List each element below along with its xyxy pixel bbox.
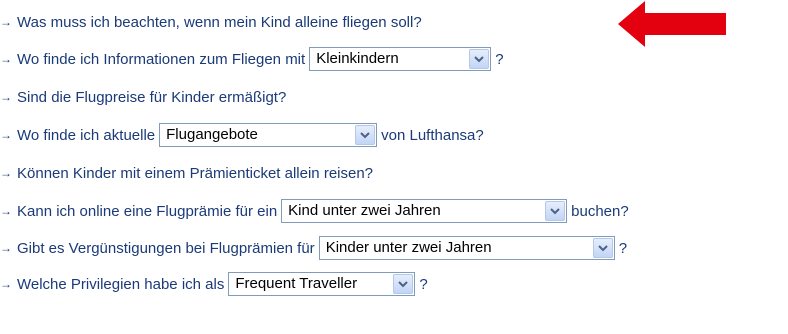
arrow-right-icon: → — [0, 241, 12, 255]
faq-link[interactable]: Wo finde ich Informationen zum Fliegen m… — [17, 51, 305, 68]
faq-item-4: → Wo finde ich aktuelle Flugangebote von… — [0, 120, 484, 150]
chevron-down-icon[interactable] — [469, 49, 490, 69]
arrow-right-icon: → — [0, 204, 12, 218]
faq-link-suffix[interactable]: ? — [495, 51, 503, 68]
select-value: Flugangebote — [166, 126, 258, 143]
topic-select[interactable]: Kind unter zwei Jahren — [281, 199, 568, 223]
topic-select[interactable]: Flugangebote — [159, 123, 378, 147]
arrow-right-icon: → — [0, 90, 12, 104]
faq-item-1[interactable]: → Was muss ich beachten, wenn mein Kind … — [0, 7, 422, 37]
arrow-right-icon: → — [0, 277, 12, 291]
faq-link[interactable]: Können Kinder mit einem Prämienticket al… — [17, 165, 373, 182]
faq-link-suffix[interactable]: ? — [419, 276, 427, 293]
arrow-right-icon: → — [0, 166, 12, 180]
faq-item-7: → Gibt es Vergünstigungen bei Flugprämie… — [0, 233, 627, 263]
arrow-right-icon: → — [0, 15, 12, 29]
select-value: Kleinkindern — [316, 50, 399, 67]
chevron-down-icon[interactable] — [355, 125, 376, 145]
faq-link[interactable]: Wo finde ich aktuelle — [17, 127, 155, 144]
faq-link-suffix[interactable]: von Lufthansa? — [381, 127, 484, 144]
chevron-down-icon[interactable] — [545, 201, 566, 221]
arrow-right-icon: → — [0, 52, 12, 66]
arrow-right-icon: → — [0, 128, 12, 142]
faq-item-2: → Wo finde ich Informationen zum Fliegen… — [0, 44, 504, 74]
faq-item-5[interactable]: → Können Kinder mit einem Prämienticket … — [0, 158, 373, 188]
faq-link[interactable]: Gibt es Vergünstigungen bei Flugprämien … — [17, 240, 315, 257]
faq-link[interactable]: Sind die Flugpreise für Kinder ermäßigt? — [17, 89, 286, 106]
faq-item-6: → Kann ich online eine Flugprämie für ei… — [0, 196, 629, 226]
faq-item-8: → Welche Privilegien habe ich als Freque… — [0, 269, 428, 299]
select-value: Frequent Traveller — [235, 275, 358, 292]
chevron-down-icon[interactable] — [393, 274, 414, 294]
faq-link[interactable]: Kann ich online eine Flugprämie für ein — [17, 203, 277, 220]
faq-link[interactable]: Welche Privilegien habe ich als — [17, 276, 224, 293]
faq-item-3[interactable]: → Sind die Flugpreise für Kinder ermäßig… — [0, 82, 286, 112]
red-annotation-arrow-icon — [618, 1, 726, 47]
topic-select[interactable]: Kleinkindern — [309, 47, 492, 71]
select-value: Kinder unter zwei Jahren — [325, 239, 492, 256]
select-value: Kind unter zwei Jahren — [288, 202, 441, 219]
faq-link-suffix[interactable]: ? — [619, 240, 627, 257]
faq-link-suffix[interactable]: buchen? — [571, 203, 629, 220]
chevron-down-icon[interactable] — [592, 238, 613, 258]
faq-link[interactable]: Was muss ich beachten, wenn mein Kind al… — [17, 14, 422, 31]
topic-select[interactable]: Frequent Traveller — [228, 272, 416, 296]
topic-select[interactable]: Kinder unter zwei Jahren — [318, 236, 615, 260]
